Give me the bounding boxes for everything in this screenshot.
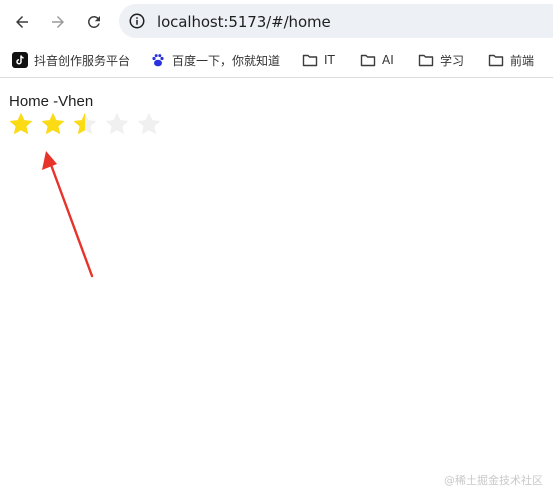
- forward-button[interactable]: [44, 8, 72, 36]
- bookmark-baidu[interactable]: 百度一下，你就知道: [150, 50, 280, 70]
- star-rating[interactable]: [8, 111, 162, 137]
- back-button[interactable]: [8, 8, 36, 36]
- bookmark-folder-study[interactable]: 学习: [418, 50, 464, 70]
- url-text[interactable]: localhost:5173/#/home: [157, 13, 331, 31]
- page-content: Home -Vhen: [0, 79, 553, 496]
- bookmark-label: 学习: [440, 53, 465, 68]
- browser-toolbar: localhost:5173/#/home: [0, 0, 553, 42]
- folder-icon: [418, 52, 434, 68]
- folder-icon: [488, 52, 504, 68]
- bookmark-folder-ai[interactable]: AI: [360, 50, 394, 70]
- star-empty-icon[interactable]: [136, 111, 162, 137]
- reload-icon: [87, 15, 100, 28]
- baidu-paw-icon: [150, 52, 166, 68]
- bookmarks-bar: 抖音创作服务平台 百度一下，你就知道 IT AI 学习 前端: [0, 42, 553, 78]
- arrow-left-icon: [16, 16, 28, 28]
- bookmark-label: 抖音创作服务平台: [34, 53, 131, 68]
- folder-icon: [302, 52, 318, 68]
- bookmark-douyin[interactable]: 抖音创作服务平台: [12, 50, 130, 70]
- bookmark-folder-frontend[interactable]: 前端: [488, 50, 534, 70]
- star-filled-icon[interactable]: [40, 111, 66, 137]
- star-filled-icon[interactable]: [8, 111, 34, 137]
- bookmark-label: 前端: [510, 53, 535, 68]
- tiktok-icon: [12, 52, 28, 68]
- bookmark-label: IT: [324, 53, 335, 67]
- bookmark-folder-it[interactable]: IT: [302, 50, 335, 70]
- bookmark-label: 百度一下，你就知道: [172, 53, 281, 68]
- bookmark-label: AI: [382, 53, 394, 67]
- folder-icon: [360, 52, 376, 68]
- star-half-icon[interactable]: [72, 111, 98, 137]
- reload-button[interactable]: [80, 8, 108, 36]
- page-title: Home -Vhen: [9, 93, 94, 110]
- address-bar[interactable]: localhost:5173/#/home: [119, 4, 553, 38]
- watermark: @稀土掘金技术社区: [444, 474, 543, 487]
- arrow-right-icon: [52, 16, 64, 28]
- info-icon[interactable]: [127, 11, 147, 31]
- star-empty-icon[interactable]: [104, 111, 130, 137]
